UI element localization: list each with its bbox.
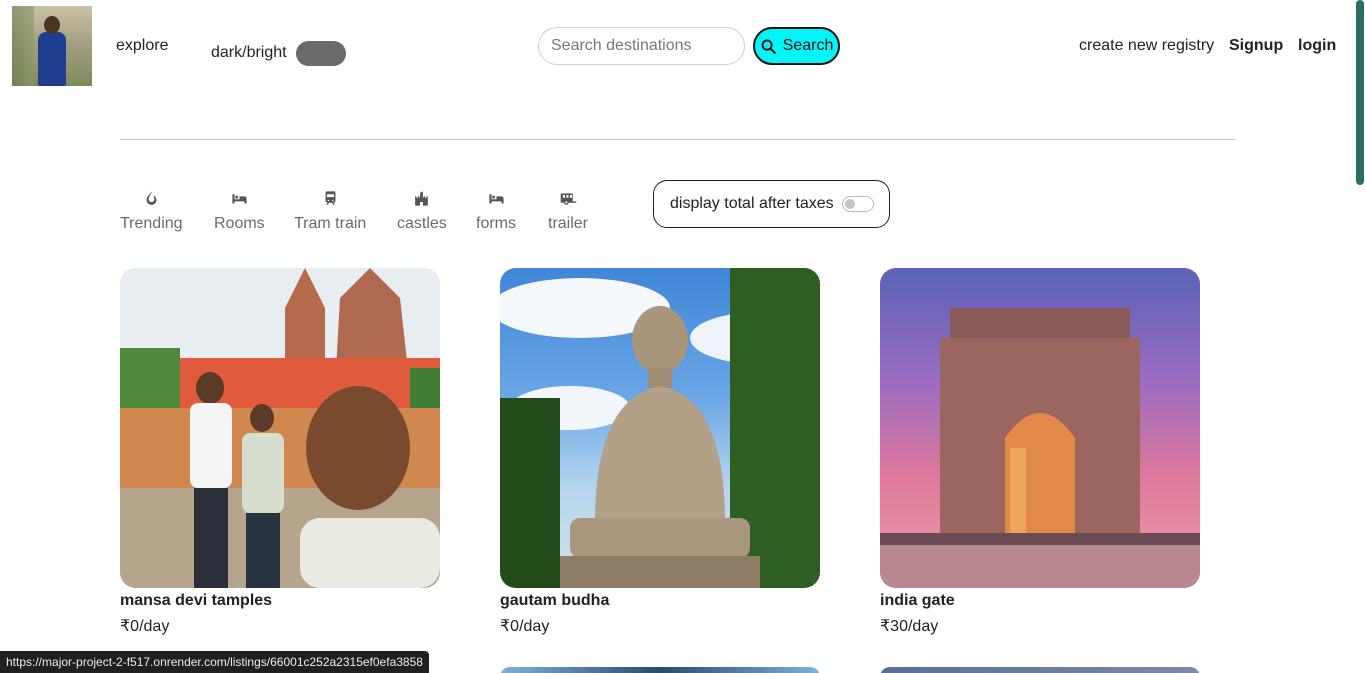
profile-avatar[interactable] — [12, 6, 92, 86]
navbar: explore dark/bright Search create new re… — [0, 0, 1365, 92]
bed-icon — [488, 194, 504, 204]
tax-switch[interactable] — [841, 196, 874, 212]
scrollbar-thumb[interactable] — [1356, 0, 1364, 185]
filter-label: Trending — [120, 215, 183, 232]
link-status-bar: https://major-project-2-f517.onrender.co… — [0, 651, 429, 673]
search-icon — [761, 39, 776, 54]
listing-title[interactable]: mansa devi tamples — [120, 592, 440, 610]
filter-label: Tram train — [294, 215, 367, 232]
listing-title[interactable]: gautam budha — [500, 592, 820, 610]
listing-card[interactable]: mansa devi tamples ₹0/day — [120, 268, 440, 636]
tax-toggle-box[interactable]: display total after taxes — [653, 180, 890, 228]
castle-icon — [415, 191, 429, 206]
listing-card[interactable]: india gate ₹30/day — [880, 268, 1200, 636]
avatar-person-body — [38, 32, 66, 86]
create-registry-link[interactable]: create new registry — [1079, 37, 1214, 55]
avatar-background — [12, 6, 34, 86]
listing-image[interactable] — [880, 268, 1200, 588]
listing-price: ₹0/day — [500, 618, 550, 635]
india-gate-illustration — [880, 308, 1200, 588]
navbar-divider — [120, 139, 1236, 140]
theme-label: dark/bright — [211, 44, 287, 61]
fire-icon — [146, 191, 157, 205]
listing-card-partial[interactable] — [500, 667, 820, 673]
filter-castles[interactable]: castles — [397, 190, 447, 233]
bed-icon — [232, 194, 247, 204]
filter-forms[interactable]: forms — [476, 190, 516, 233]
theme-toggle[interactable] — [296, 41, 346, 66]
listing-image[interactable] — [500, 268, 820, 588]
trailer-icon — [560, 193, 576, 205]
search-button-label: Search — [782, 37, 834, 54]
filter-label: trailer — [548, 215, 589, 232]
filter-trending[interactable]: Trending — [120, 190, 183, 233]
search-button[interactable]: Search — [753, 27, 840, 65]
login-link[interactable]: login — [1298, 37, 1336, 55]
filter-label: forms — [476, 215, 516, 232]
filter-rooms[interactable]: Rooms — [214, 190, 265, 233]
train-icon — [325, 191, 336, 205]
scrollbar[interactable] — [1355, 0, 1365, 673]
listing-card-partial[interactable] — [880, 667, 1200, 673]
signup-link[interactable]: Signup — [1229, 37, 1283, 55]
listing-title[interactable]: india gate — [880, 592, 1200, 610]
filter-label: Rooms — [214, 215, 265, 232]
tax-toggle-label: display total after taxes — [670, 195, 834, 212]
listing-image[interactable] — [120, 268, 440, 588]
filter-label: castles — [397, 215, 447, 232]
filter-trailer[interactable]: trailer — [548, 190, 588, 233]
listing-price: ₹0/day — [120, 618, 170, 635]
listing-card[interactable]: gautam budha ₹0/day — [500, 268, 820, 636]
avatar-person-head — [44, 16, 60, 34]
filter-tram-train[interactable]: Tram train — [294, 190, 366, 233]
buddha-illustration — [500, 268, 820, 588]
listing-price: ₹30/day — [880, 618, 939, 635]
temple-illustration — [120, 268, 440, 588]
explore-link[interactable]: explore — [116, 37, 168, 55]
search-input[interactable] — [538, 27, 745, 65]
